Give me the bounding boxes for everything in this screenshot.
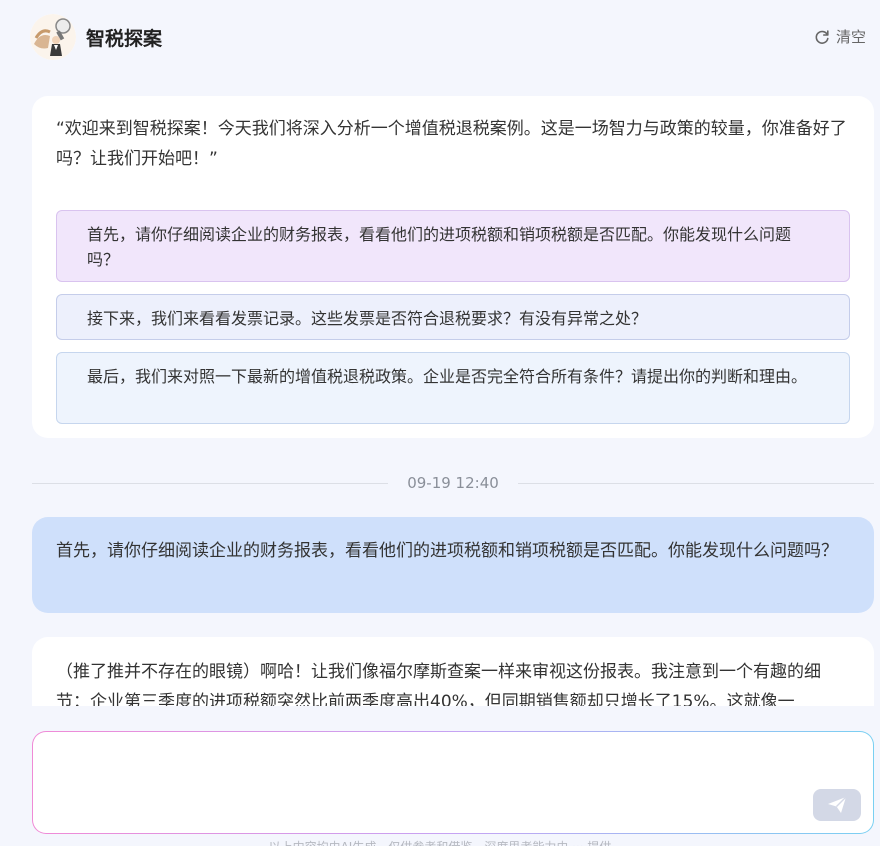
footer-disclaimer: 以上内容均由AI生成，仅供参考和借鉴。深度思考能力由 ··· 提供 [0, 838, 880, 846]
refresh-icon [815, 29, 829, 44]
user-message: 首先，请你仔细阅读企业的财务报表，看看他们的进项税额和销项税额是否匹配。你能发现… [32, 517, 874, 613]
app-title: 智税探案 [86, 28, 163, 50]
welcome-card: “欢迎来到智税探案！今天我们将深入分析一个增值税退税案例。这是一场智力与政策的较… [32, 96, 874, 438]
timestamp: 09-19 12:40 [407, 474, 499, 492]
time-divider: 09-19 12:40 [32, 472, 874, 496]
chat-input[interactable] [47, 744, 807, 814]
clear-label: 清空 [835, 28, 866, 46]
suggestion-item[interactable]: 接下来，我们来看看发票记录。这些发票是否符合退税要求？有没有异常之处？ [56, 294, 850, 340]
chat-input-inner [33, 732, 873, 833]
clear-button[interactable]: 清空 [814, 26, 866, 47]
suggestion-item[interactable]: 最后，我们来对照一下最新的增值税退税政策。企业是否完全符合所有条件？请提出你的判… [56, 352, 850, 424]
chat-input-box [32, 731, 874, 834]
app-logo-avatar [30, 14, 76, 60]
suggestion-item[interactable]: 首先，请你仔细阅读企业的财务报表，看看他们的进项税额和销项税额是否匹配。你能发现… [56, 210, 850, 282]
send-icon [828, 796, 847, 813]
assistant-message: （推了推并不存在的眼镜）啊哈！让我们像福尔摩斯查案一样来审视这份报表。我注意到一… [32, 637, 874, 706]
welcome-text: “欢迎来到智税探案！今天我们将深入分析一个增值税退税案例。这是一场智力与政策的较… [56, 119, 847, 169]
chat-area[interactable]: “欢迎来到智税探案！今天我们将深入分析一个增值税退税案例。这是一场智力与政策的较… [0, 72, 880, 706]
app-header: 智税探案 清空 [0, 0, 880, 72]
send-button[interactable] [813, 789, 861, 821]
